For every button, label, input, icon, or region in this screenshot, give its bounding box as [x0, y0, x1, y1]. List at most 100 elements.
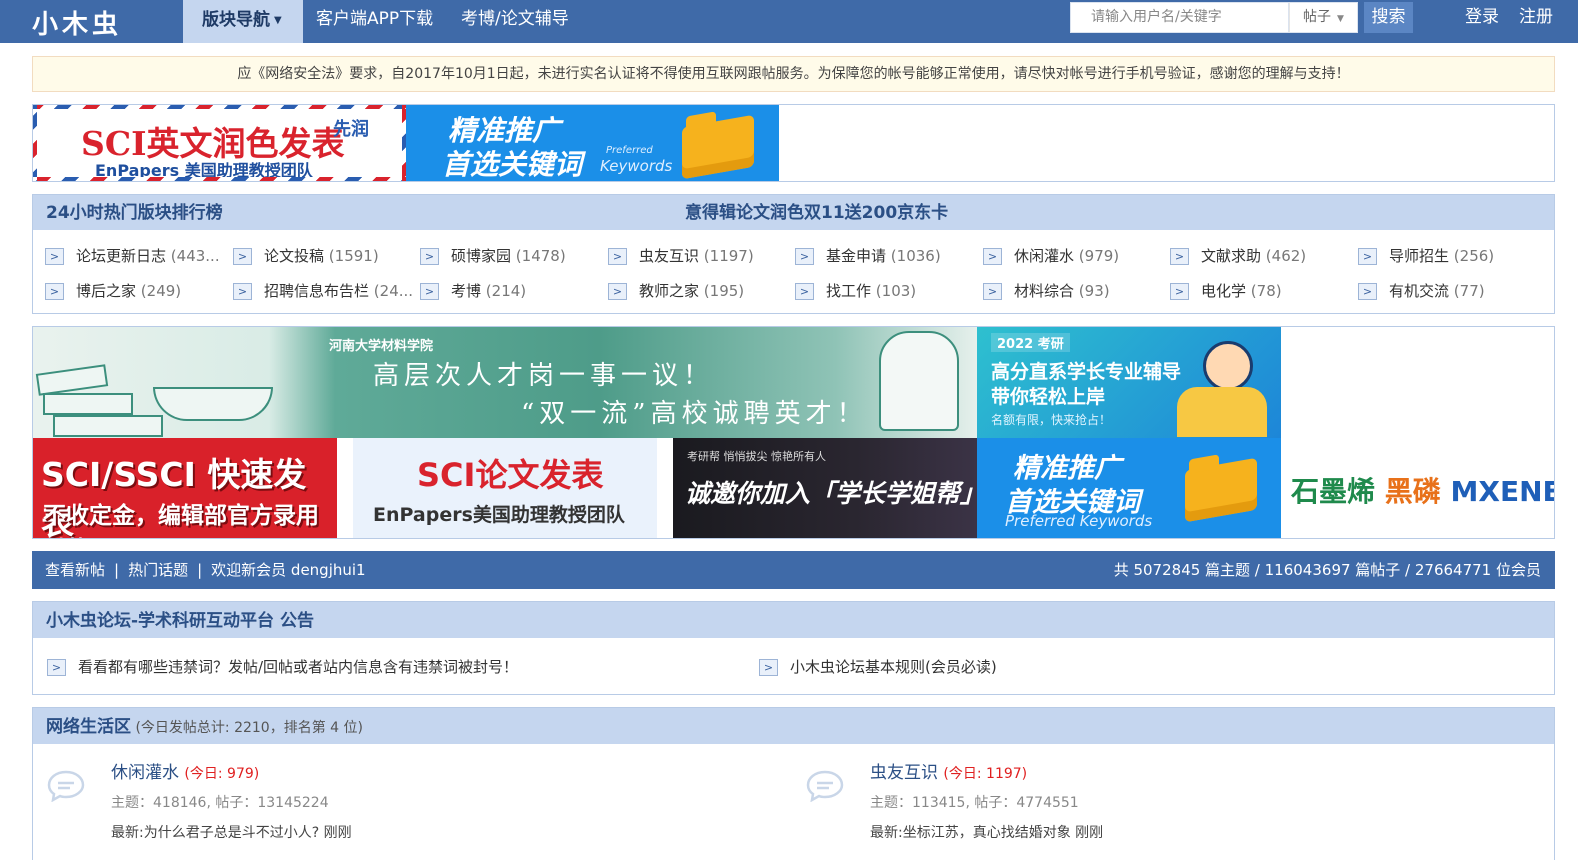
forum-latest-post[interactable]: 最新:坐标江苏，真心找结婚对象 刚刚	[870, 822, 1103, 842]
hot-board-item[interactable]: > 论文投稿 (1591)	[233, 245, 379, 265]
hot-board-item[interactable]: > 找工作 (103)	[795, 280, 916, 300]
arrow-right-icon: >	[795, 248, 814, 265]
ad-senior-help[interactable]: 考研帮 悄悄拔尖 惊艳所有人 诚邀你加入「学长学姐帮」	[673, 438, 977, 538]
nav-phd-tutoring[interactable]: 考博/论文辅导	[461, 0, 569, 43]
open-book-illustration	[153, 387, 273, 421]
ad-2022-sub: 名额有限，快来抢占！	[991, 413, 1112, 427]
hot-boards-promo-link[interactable]: 意得辑论文润色双11送200京东卡	[685, 195, 948, 231]
forum-name-link[interactable]: 休闲灌水 (今日: 979)	[111, 758, 259, 783]
hot-board-name: 论文投稿	[264, 247, 325, 265]
hot-board-item[interactable]: > 教师之家 (195)	[608, 280, 744, 300]
ad-sci2-title: SCI论文发表	[417, 456, 604, 494]
search-scope-value: 帖子	[1303, 9, 1331, 25]
hot-board-item[interactable]: > 基金申请 (1036)	[795, 245, 941, 265]
announcement-item[interactable]: > 看看都有哪些违禁词？发帖/回帖或者站内信息含有违禁词被封号！	[47, 656, 518, 677]
hot-board-item[interactable]: > 有机交流 (77)	[1358, 280, 1485, 300]
ad-gra-1: 石墨烯	[1291, 475, 1376, 508]
hot-board-item[interactable]: > 文献求助 (462)	[1170, 245, 1306, 265]
announcement-item-text: 小木虫论坛基本规则(会员必读)	[790, 658, 997, 676]
ad-keyword-promo-2[interactable]: 精准推广 首选关键词 Preferred Keywords	[977, 438, 1281, 538]
hot-board-count: (103)	[875, 282, 917, 300]
student-body-illustration	[1177, 387, 1267, 437]
arrow-right-icon: >	[795, 283, 814, 300]
forum-section: 网络生活区 (今日发帖总计: 2210，排名第 4 位) 休闲灌水 (今日: 9…	[32, 707, 1555, 860]
ad-henan-university[interactable]: 河南大学材料学院 高层次人才岗一事一议！ “双一流”高校诚聘英才！	[33, 327, 977, 438]
arrow-right-icon: >	[45, 248, 64, 265]
forum-meta: 主题：113415, 帖子：4774551	[870, 795, 1079, 811]
hot-board-count: (1197)	[703, 247, 754, 265]
divider: |	[197, 561, 203, 579]
hot-board-item[interactable]: > 电化学 (78)	[1170, 280, 1282, 300]
hot-board-name: 硕博家园	[451, 247, 512, 265]
arrow-right-icon: >	[1358, 283, 1377, 300]
ad-kw-en: Keywords	[600, 157, 673, 175]
ad-sci-polish-sub: EnPapers 美国助理教授团队	[95, 161, 313, 180]
arrow-right-icon: >	[233, 248, 252, 265]
ad-sci-polish[interactable]: SCI英文润色发表 先润 EnPapers 美国助理教授团队	[33, 105, 406, 181]
new-posts-link[interactable]: 查看新帖	[45, 561, 105, 579]
hot-board-item[interactable]: > 休闲灌水 (979)	[983, 245, 1119, 265]
hot-board-item[interactable]: > 考博 (214)	[420, 280, 526, 300]
hot-board-name: 有机交流	[1389, 282, 1450, 300]
nav-app-download[interactable]: 客户端APP下载	[316, 0, 433, 43]
student-avatar-illustration	[1203, 341, 1253, 391]
login-link[interactable]: 登录	[1465, 0, 1499, 34]
hot-board-count: (93)	[1078, 282, 1110, 300]
hot-board-count: (1478)	[515, 247, 566, 265]
hot-board-name: 教师之家	[639, 282, 700, 300]
hot-board-name: 招聘信息布告栏	[264, 282, 370, 300]
hot-board-item[interactable]: > 硕博家园 (1478)	[420, 245, 566, 265]
arrow-right-icon: >	[759, 659, 778, 676]
ad-2022-tag: 2022 考研	[991, 333, 1070, 352]
caret-down-icon: ▼	[274, 15, 282, 26]
ad-hn-school: 河南大学材料学院	[329, 339, 434, 354]
hot-board-name: 博后之家	[76, 282, 137, 300]
hot-board-name: 文献求助	[1201, 247, 1262, 265]
arrow-right-icon: >	[983, 283, 1002, 300]
announcement-item[interactable]: > 小木虫论坛基本规则(会员必读)	[759, 656, 997, 677]
forum-latest-post[interactable]: 最新:为什么君子总是斗不过小人? 刚刚	[111, 822, 352, 842]
ad-2022-exam[interactable]: 2022 考研 高分直系学长专业辅导 带你轻松上岸 名额有限，快来抢占！	[977, 327, 1281, 438]
hot-board-item[interactable]: > 博后之家 (249)	[45, 280, 181, 300]
search-input[interactable]: 请输入用户名/关键字	[1070, 2, 1289, 33]
forum-section-title[interactable]: 网络生活区	[46, 717, 131, 737]
ad-ssci-fast-publish[interactable]: SCI/SSCI 快速发表 不收定金，编辑部官方录用付款	[33, 438, 337, 538]
register-link[interactable]: 注册	[1519, 0, 1553, 34]
hot-board-item[interactable]: > 招聘信息布告栏 (24...	[233, 280, 413, 300]
welcome-new-member[interactable]: 欢迎新会员 dengjhui1	[211, 561, 365, 579]
ad-sci2-sub: EnPapers美国助理教授团队	[373, 504, 625, 526]
hot-board-count: (249)	[140, 282, 182, 300]
arrow-right-icon: >	[1170, 248, 1189, 265]
ad-hn-line1: 高层次人才岗一事一议！	[373, 361, 715, 391]
ad-gra-3: MXENE	[1450, 475, 1555, 508]
ad-sci-publish[interactable]: SCI论文发表 EnPapers美国助理教授团队	[353, 438, 657, 538]
arrow-right-icon: >	[47, 659, 66, 676]
hot-board-item[interactable]: > 导师招生 (256)	[1358, 245, 1494, 265]
forum-name-link[interactable]: 虫友互识 (今日: 1197)	[870, 758, 1027, 783]
book-illustration	[35, 364, 109, 396]
hot-board-item[interactable]: > 论坛更新日志 (443...	[45, 245, 220, 265]
hot-board-item[interactable]: > 虫友互识 (1197)	[608, 245, 754, 265]
ad-2022-h2: 带你轻松上岸	[991, 386, 1106, 408]
nav-board-navigation[interactable]: 版块导航 ▼	[183, 0, 303, 43]
hot-board-name: 考博	[451, 282, 482, 300]
hot-topics-link[interactable]: 热门话题	[128, 561, 188, 579]
hot-board-item[interactable]: > 材料综合 (93)	[983, 280, 1110, 300]
ad-graphene-materials[interactable]: 石墨烯 黑磷 MXENE	[1281, 438, 1555, 538]
ad-kw-small: Preferred	[606, 145, 653, 156]
top-nav-bar: 小木虫 版块导航 ▼ 客户端APP下载 考博/论文辅导 请输入用户名/关键字 帖子…	[0, 0, 1578, 43]
site-logo[interactable]: 小木虫	[32, 4, 122, 41]
ad-gra-text: 石墨烯 黑磷 MXENE	[1291, 470, 1555, 510]
arrow-right-icon: >	[420, 283, 439, 300]
book-illustration	[53, 415, 163, 437]
divider: |	[114, 561, 120, 579]
stats-left: 查看新帖 | 热门话题 | 欢迎新会员 dengjhui1	[45, 551, 366, 589]
ad-keyword-promo[interactable]: 精准推广 首选关键词 Preferred Keywords	[406, 105, 779, 181]
hot-board-name: 虫友互识	[639, 247, 700, 265]
search-button[interactable]: 搜索	[1364, 2, 1413, 33]
search-scope-select[interactable]: 帖子 ▼	[1289, 2, 1358, 33]
folder-icon	[1185, 457, 1257, 523]
hot-board-count: (24...	[373, 282, 414, 300]
hot-board-count: (443...	[170, 247, 220, 265]
top-ad-row: SCI英文润色发表 先润 EnPapers 美国助理教授团队 精准推广 首选关键…	[32, 104, 1555, 182]
